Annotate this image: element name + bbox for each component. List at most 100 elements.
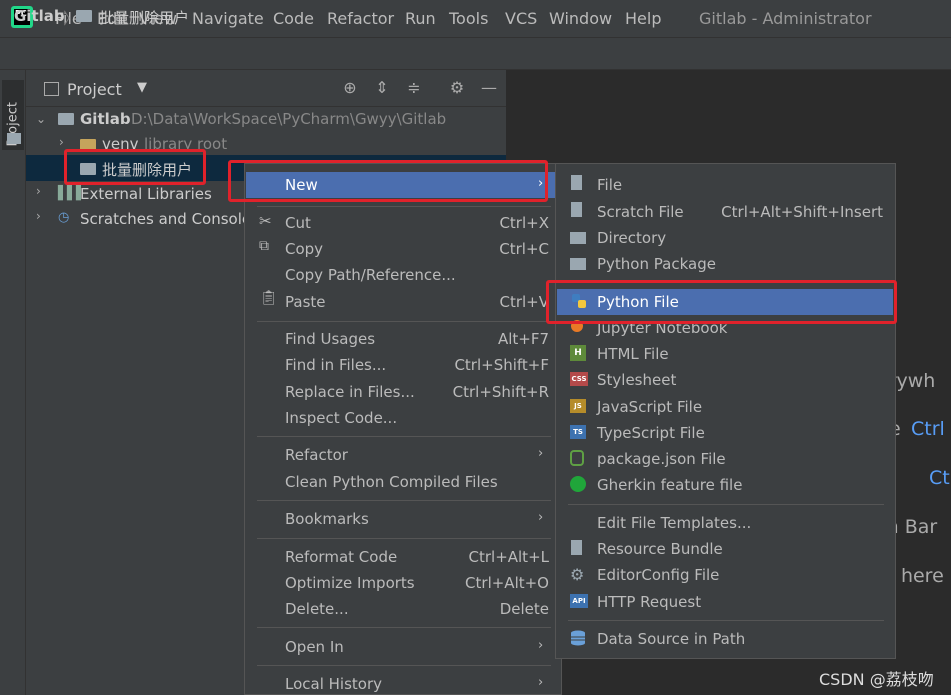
menu-item-replace-in-files[interactable]: Replace in Files...	[285, 383, 415, 401]
new-typescript-file[interactable]: TypeScript File	[597, 424, 705, 442]
chevron-right-icon: ›	[538, 675, 544, 690]
shortcut-optimize-imports: Ctrl+Alt+O	[465, 574, 549, 592]
menu-separator	[257, 206, 551, 207]
stylesheet-icon: CSS	[570, 372, 588, 386]
new-package-json[interactable]: package.json File	[597, 450, 726, 468]
gear-icon[interactable]: ⚙	[447, 78, 467, 98]
expand-all-icon[interactable]: ⇕	[372, 78, 392, 98]
menu-item-inspect-code[interactable]: Inspect Code...	[285, 409, 397, 427]
python-package-icon	[570, 258, 586, 270]
menu-item-refactor[interactable]: Refactor	[285, 446, 348, 464]
window-title: Gitlab - Administrator	[699, 9, 872, 28]
new-javascript-file[interactable]: JavaScript File	[597, 398, 702, 416]
menu-item-delete[interactable]: Delete...	[285, 600, 349, 618]
new-directory[interactable]: Directory	[597, 229, 666, 247]
folder-icon	[58, 113, 74, 125]
directory-icon	[570, 232, 586, 244]
menu-item-cut[interactable]: Cut	[285, 214, 311, 232]
project-panel-title[interactable]: Project	[67, 80, 122, 99]
menu-run[interactable]: Run	[405, 9, 436, 28]
new-data-source-in-path[interactable]: Data Source in Path	[597, 630, 745, 648]
html-file-icon: H	[570, 345, 586, 361]
chevron-down-icon[interactable]: ▼	[137, 80, 147, 95]
gherkin-icon	[570, 476, 586, 492]
menu-vcs[interactable]: VCS	[505, 9, 537, 28]
copy-icon: ⧉	[259, 238, 269, 254]
minimize-icon[interactable]: —	[479, 78, 499, 98]
menu-separator	[257, 665, 551, 666]
menu-help[interactable]: Help	[625, 9, 661, 28]
new-gherkin-feature[interactable]: Gherkin feature file	[597, 476, 742, 494]
shortcut-paste: Ctrl+V	[499, 293, 549, 311]
edit-file-templates[interactable]: Edit File Templates...	[597, 514, 751, 532]
new-submenu: File Scratch File Ctrl+Alt+Shift+Insert …	[555, 163, 896, 659]
editor-hint-2-key: Ctrl	[911, 418, 945, 440]
annotation-box-new	[228, 160, 548, 202]
tree-root-path: D:\Data\WorkSpace\PyCharm\Gwyy\Gitlab	[131, 110, 447, 128]
menu-separator	[257, 500, 551, 501]
new-file[interactable]: File	[597, 176, 622, 194]
tree-scratches: Scratches and Consoles	[80, 210, 259, 228]
resource-bundle-icon	[571, 540, 582, 555]
chevron-right-icon: ›	[538, 638, 544, 653]
chevron-right-icon[interactable]: ›	[59, 135, 64, 149]
collapse-all-icon[interactable]: ≑	[404, 78, 424, 98]
menu-item-reformat-code[interactable]: Reformat Code	[285, 548, 397, 566]
context-menu: New › ✂ Cut Ctrl+X ⧉ Copy Ctrl+C Copy Pa…	[244, 163, 562, 695]
project-view-icon	[44, 82, 59, 96]
new-scratch-file[interactable]: Scratch File	[597, 203, 684, 221]
menu-separator	[257, 321, 551, 322]
annotation-box-python-file	[546, 280, 897, 324]
menu-item-find-in-files[interactable]: Find in Files...	[285, 356, 386, 374]
menu-code[interactable]: Code	[273, 9, 314, 28]
chevron-right-icon[interactable]: ›	[36, 184, 41, 198]
menu-item-copy[interactable]: Copy	[285, 240, 323, 258]
shortcut-cut: Ctrl+X	[499, 214, 549, 232]
editor-hint-3-key: Ct	[929, 467, 950, 489]
http-request-icon: API	[570, 594, 588, 608]
new-editorconfig[interactable]: EditorConfig File	[597, 566, 719, 584]
tree-external-libraries: External Libraries	[80, 185, 212, 203]
menu-item-clean-compiled[interactable]: Clean Python Compiled Files	[285, 473, 498, 491]
shortcut-reformat-code: Ctrl+Alt+L	[468, 548, 550, 566]
folder-icon	[76, 10, 92, 22]
menu-item-bookmarks[interactable]: Bookmarks	[285, 510, 369, 528]
menu-refactor[interactable]: Refactor	[327, 9, 394, 28]
menu-item-find-usages[interactable]: Find Usages	[285, 330, 375, 348]
menu-navigate[interactable]: Navigate	[192, 9, 264, 28]
shortcut-find-usages: Alt+F7	[497, 330, 549, 348]
breadcrumb-root[interactable]: Gitlab	[14, 7, 65, 25]
breadcrumb	[0, 37, 951, 70]
menu-item-paste[interactable]: Paste	[285, 293, 326, 311]
shortcut-copy: Ctrl+C	[499, 240, 549, 258]
new-http-request[interactable]: HTTP Request	[597, 593, 701, 611]
chevron-right-icon: ›	[538, 510, 544, 525]
paste-icon: 📋︎	[260, 290, 278, 306]
menu-separator	[568, 620, 884, 621]
menu-item-copy-path[interactable]: Copy Path/Reference...	[285, 266, 456, 284]
package-json-icon	[570, 450, 584, 466]
folder-icon	[7, 133, 21, 144]
shortcut-scratch-file: Ctrl+Alt+Shift+Insert	[721, 203, 883, 221]
menu-separator	[257, 538, 551, 539]
menu-window[interactable]: Window	[549, 9, 612, 28]
tree-root-name: Gitlab	[80, 110, 131, 128]
new-stylesheet[interactable]: Stylesheet	[597, 371, 676, 389]
breadcrumb-folder[interactable]: 批量删除用户	[99, 7, 189, 28]
file-icon	[571, 175, 582, 190]
menu-item-local-history[interactable]: Local History	[285, 675, 382, 693]
locate-target-icon[interactable]: ⊕	[340, 78, 360, 98]
database-icon	[570, 630, 586, 646]
menu-item-optimize-imports[interactable]: Optimize Imports	[285, 574, 415, 592]
menu-separator	[257, 436, 551, 437]
new-html-file[interactable]: HTML File	[597, 345, 669, 363]
chevron-down-icon[interactable]: ⌄	[36, 112, 46, 126]
chevron-right-icon[interactable]: ›	[36, 209, 41, 223]
menu-tools[interactable]: Tools	[449, 9, 488, 28]
new-resource-bundle[interactable]: Resource Bundle	[597, 540, 723, 558]
new-python-package[interactable]: Python Package	[597, 255, 716, 273]
shortcut-replace-in-files: Ctrl+Shift+R	[452, 383, 549, 401]
scratches-icon: ◷	[58, 210, 70, 225]
scratch-file-icon	[571, 202, 582, 217]
menu-item-open-in[interactable]: Open In	[285, 638, 344, 656]
